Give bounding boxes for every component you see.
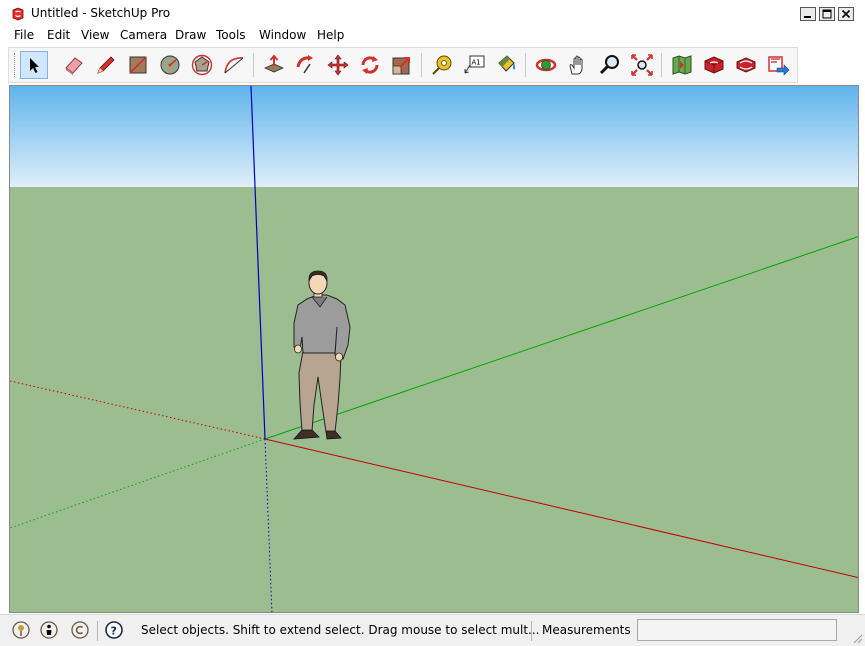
tape-measure-icon xyxy=(432,55,452,75)
arc-tool-button[interactable] xyxy=(220,51,248,79)
arc-icon xyxy=(224,57,244,74)
select-tool-button[interactable] xyxy=(20,51,48,79)
zoom-tool-button[interactable] xyxy=(596,51,624,79)
follow-me-icon xyxy=(296,55,313,74)
move-icon xyxy=(327,54,349,76)
close-icon xyxy=(841,9,851,19)
maximize-button[interactable] xyxy=(819,7,835,21)
menu-window[interactable]: Window xyxy=(259,28,306,42)
svg-text:A1: A1 xyxy=(472,59,481,67)
menu-help[interactable]: Help xyxy=(317,28,344,42)
status-divider xyxy=(97,621,98,641)
pan-tool-button[interactable] xyxy=(564,51,592,79)
scale-figure-hand-left xyxy=(294,344,302,354)
pencil-icon xyxy=(97,56,115,74)
toolbar-separator xyxy=(253,53,254,77)
menu-view[interactable]: View xyxy=(81,28,109,42)
circle-icon xyxy=(160,55,180,75)
orbit-tool-button[interactable] xyxy=(532,51,560,79)
share-model-tool-button[interactable] xyxy=(732,51,760,79)
maximize-icon xyxy=(822,9,832,19)
title-bar: Untitled - SketchUp Pro xyxy=(0,0,865,28)
text-tool-button[interactable]: A1 xyxy=(460,51,488,79)
copyright-button[interactable] xyxy=(71,621,89,639)
orbit-icon xyxy=(535,58,557,72)
close-button[interactable] xyxy=(838,7,854,21)
viewport-canvas[interactable] xyxy=(10,86,859,613)
scale-icon xyxy=(392,57,410,75)
status-bar: ? Select objects. Shift to extend select… xyxy=(0,614,865,646)
rectangle-icon xyxy=(129,56,147,74)
paint-bucket-tool-button[interactable] xyxy=(492,51,520,79)
rotate-tool-button[interactable] xyxy=(356,51,384,79)
toolbar-separator xyxy=(661,53,662,77)
text-icon: A1 xyxy=(464,55,485,74)
layout-send-icon xyxy=(768,56,790,76)
line-tool-button[interactable] xyxy=(92,51,120,79)
menu-edit[interactable]: Edit xyxy=(47,28,70,42)
sky xyxy=(10,86,858,188)
tape-measure-tool-button[interactable] xyxy=(428,51,456,79)
eraser-icon xyxy=(65,57,83,75)
geo-location-button[interactable] xyxy=(12,621,30,639)
measurements-label: Measurements xyxy=(542,623,631,637)
scale-figure-hand-right xyxy=(335,352,343,362)
share-model-icon xyxy=(736,57,756,73)
follow-me-tool-button[interactable] xyxy=(292,51,320,79)
copyright-icon xyxy=(71,621,89,639)
move-tool-button[interactable] xyxy=(324,51,352,79)
credits-icon xyxy=(40,621,58,639)
menu-file[interactable]: File xyxy=(14,28,34,42)
push-pull-icon xyxy=(264,54,284,73)
geo-location-icon xyxy=(12,621,30,639)
polygon-icon xyxy=(191,54,213,76)
menu-bar: File Edit View Camera Draw Tools Window … xyxy=(0,27,865,46)
menu-camera[interactable]: Camera xyxy=(120,28,167,42)
rotate-icon xyxy=(361,56,379,74)
rectangle-tool-button[interactable] xyxy=(124,51,152,79)
model-viewport[interactable] xyxy=(9,85,859,613)
menu-draw[interactable]: Draw xyxy=(175,28,206,42)
resize-grip-icon[interactable] xyxy=(851,632,863,644)
push-pull-tool-button[interactable] xyxy=(260,51,288,79)
eraser-tool-button[interactable] xyxy=(60,51,88,79)
menu-tools[interactable]: Tools xyxy=(216,28,246,42)
svg-text:?: ? xyxy=(111,625,117,638)
warehouse-map-icon xyxy=(672,55,692,75)
3d-warehouse-tool-button[interactable] xyxy=(668,51,696,79)
ground xyxy=(10,187,858,612)
status-message: Select objects. Shift to extend select. … xyxy=(141,623,540,637)
circle-tool-button[interactable] xyxy=(156,51,184,79)
extension-warehouse-icon xyxy=(704,56,724,74)
magnifier-icon xyxy=(599,55,619,75)
credits-button[interactable] xyxy=(40,621,58,639)
paint-bucket-icon xyxy=(498,55,515,72)
measurements-input[interactable] xyxy=(637,619,837,641)
instructor-help-button[interactable]: ? xyxy=(105,621,123,639)
polygon-tool-button[interactable] xyxy=(188,51,216,79)
getting-started-toolbar: A1 xyxy=(8,47,798,83)
help-icon: ? xyxy=(105,621,123,639)
sketchup-logo-icon xyxy=(12,7,24,21)
toolbar-separator xyxy=(421,53,422,77)
toolbar-separator xyxy=(525,53,526,77)
layout-tool-button[interactable] xyxy=(764,51,792,79)
arrow-cursor-icon xyxy=(30,58,39,73)
zoom-extents-tool-button[interactable] xyxy=(628,51,656,79)
minimize-icon xyxy=(804,16,811,18)
status-divider xyxy=(531,621,532,641)
minimize-button[interactable] xyxy=(800,7,816,21)
scale-tool-button[interactable] xyxy=(388,51,416,79)
window-title: Untitled - SketchUp Pro xyxy=(31,6,171,20)
hand-icon xyxy=(569,55,583,75)
extension-warehouse-tool-button[interactable] xyxy=(700,51,728,79)
toolbar-grip[interactable] xyxy=(14,53,18,77)
zoom-extents-icon xyxy=(631,54,653,76)
